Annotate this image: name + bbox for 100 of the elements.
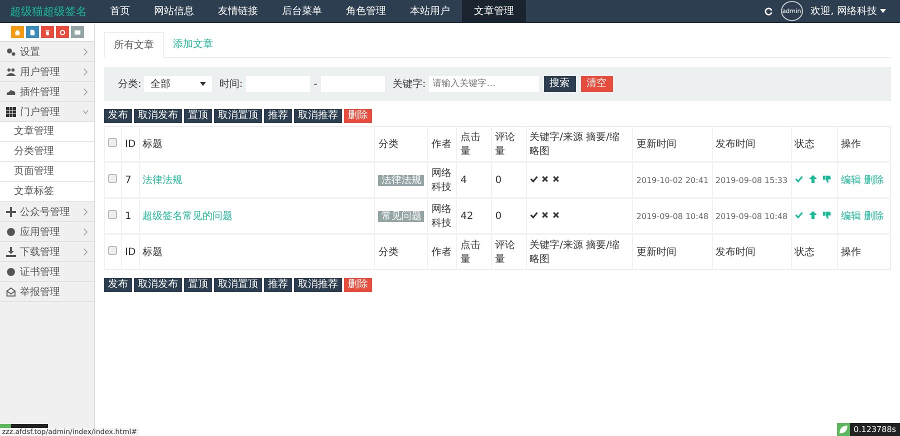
monitor-icon — [74, 28, 80, 36]
shortcut-monitor-button[interactable] — [70, 26, 84, 38]
site-logo[interactable]: 超级猫超级签名 — [0, 4, 94, 18]
column-header: 发布时间 — [712, 234, 792, 270]
action-button[interactable]: 删除 — [344, 278, 372, 292]
select-all-checkbox[interactable] — [108, 138, 117, 147]
circle-icon — [6, 266, 16, 276]
sidebar-subitem[interactable]: 文章管理 — [0, 122, 94, 142]
action-button[interactable]: 取消发布 — [134, 278, 182, 292]
column-header: 评论量 — [492, 126, 526, 162]
column-header: 更新时间 — [632, 234, 712, 270]
sidebar-item[interactable]: 用户管理 — [0, 62, 94, 82]
action-button[interactable]: 取消发布 — [134, 109, 182, 123]
chevron-right-icon — [83, 228, 88, 236]
sidebar-item[interactable]: 下载管理 — [0, 242, 94, 262]
shortcut-file-button[interactable] — [26, 26, 38, 38]
shortcut-refresh-button[interactable] — [56, 26, 68, 38]
column-header: 发布时间 — [712, 126, 792, 162]
column-header: 评论量 — [492, 234, 526, 270]
file-icon — [28, 28, 36, 36]
refresh-icon[interactable] — [764, 6, 773, 16]
table-cell: 0 — [492, 198, 526, 234]
nav-tab[interactable]: 网站信息 — [142, 0, 206, 22]
column-header: 点击量 — [456, 234, 492, 270]
sidebar-item[interactable]: 举报管理 — [0, 282, 94, 302]
sidebar-subitem[interactable]: 页面管理 — [0, 162, 94, 182]
plus-icon — [6, 206, 16, 216]
grid-icon — [6, 106, 16, 116]
action-button[interactable]: 取消置顶 — [214, 109, 262, 123]
keyword-field[interactable]: 请输入关键字... — [428, 76, 539, 92]
column-header: 分类 — [374, 234, 428, 270]
table-cell: 2019-09-08 10:48 — [632, 198, 712, 234]
column-header: 关键字/来源 摘要/缩略图 — [526, 234, 633, 270]
download-icon — [6, 246, 16, 256]
column-header: 关键字/来源 摘要/缩略图 — [526, 126, 633, 162]
action-button[interactable]: 置顶 — [184, 278, 212, 292]
nav-tab[interactable]: 角色管理 — [334, 0, 398, 22]
field-label: 时间: — [219, 78, 243, 91]
trash-icon — [44, 28, 50, 36]
table-cell: 网络科技 — [428, 162, 457, 198]
column-header: ID — [122, 126, 140, 162]
sidebar-item[interactable]: 应用管理 — [0, 222, 94, 242]
nav-tab[interactable]: 后台菜单 — [270, 0, 334, 22]
column-header: 状态 — [791, 234, 838, 270]
table-cell: 4 — [456, 162, 492, 198]
table-cell: 2019-10-02 20:41 — [632, 162, 712, 198]
category-tag: 法律法规 — [378, 175, 424, 186]
caret-icon — [880, 9, 886, 13]
table-cell: 2019-09-08 10:48 — [712, 198, 792, 234]
caret-icon — [200, 82, 206, 86]
sidebar-subitem[interactable]: 分类管理 — [0, 142, 94, 162]
sidebar-item[interactable]: 插件管理 — [0, 82, 94, 102]
row-checkbox[interactable] — [108, 210, 117, 219]
separator-text: - — [312, 78, 318, 90]
chevron-right-icon — [83, 88, 88, 96]
envelope-icon — [6, 286, 16, 296]
tab[interactable]: 所有文章 — [104, 32, 164, 58]
action-button[interactable]: 推荐 — [264, 278, 292, 292]
table-cell: 2019-09-08 15:33 — [712, 162, 792, 198]
user-menu[interactable]: 欢迎, 网络科技 — [810, 4, 886, 18]
category-select[interactable]: 全部 — [144, 76, 212, 92]
shortcut-trash-button[interactable] — [40, 26, 54, 38]
action-button[interactable]: 推荐 — [264, 109, 292, 123]
action-button[interactable]: 取消置顶 — [214, 278, 262, 292]
column-header: 作者 — [428, 234, 457, 270]
action-button[interactable]: 发布 — [104, 109, 132, 123]
loading-bar — [0, 424, 48, 428]
field-label: 分类: — [118, 78, 142, 91]
action-button[interactable]: 置顶 — [184, 109, 212, 123]
sidebar-item[interactable]: 证书管理 — [0, 262, 94, 282]
home-icon — [14, 28, 20, 36]
column-header: 分类 — [374, 126, 428, 162]
row-checkbox[interactable] — [108, 174, 117, 183]
column-header: 操作 — [837, 126, 890, 162]
nav-tab[interactable]: 首页 — [98, 0, 142, 22]
chevron-right-icon — [83, 48, 88, 56]
sidebar-item[interactable]: 公众号管理 — [0, 202, 94, 222]
action-button[interactable]: 取消推荐 — [294, 278, 342, 292]
table-cell: 0 — [492, 162, 526, 198]
nav-tab[interactable]: 友情链接 — [206, 0, 270, 22]
table-cell: 7 — [122, 162, 140, 198]
shortcut-home-button[interactable] — [10, 26, 24, 38]
action-button[interactable]: 发布 — [104, 278, 132, 292]
action-button[interactable]: 取消推荐 — [294, 109, 342, 123]
table-cell: 网络科技 — [428, 198, 457, 234]
refresh-icon — [58, 28, 66, 36]
filter-button[interactable]: 搜索 — [544, 76, 576, 92]
nav-tab[interactable]: 本站用户 — [398, 0, 462, 22]
select-all-checkbox[interactable] — [108, 246, 117, 255]
column-header: 操作 — [837, 234, 890, 270]
category-tag: 常见问题 — [378, 211, 424, 222]
field-label: 关键字: — [392, 78, 426, 91]
column-header: 作者 — [428, 126, 457, 162]
action-button[interactable]: 删除 — [344, 109, 372, 123]
sidebar-subitem[interactable]: 文章标签 — [0, 182, 94, 202]
chevron-down-icon — [83, 108, 88, 116]
nav-tab[interactable]: 文章管理 — [462, 0, 526, 22]
filter-button[interactable]: 清空 — [580, 76, 613, 92]
sidebar-item[interactable]: 设置 — [0, 42, 94, 62]
column-header: 标题 — [139, 126, 375, 162]
